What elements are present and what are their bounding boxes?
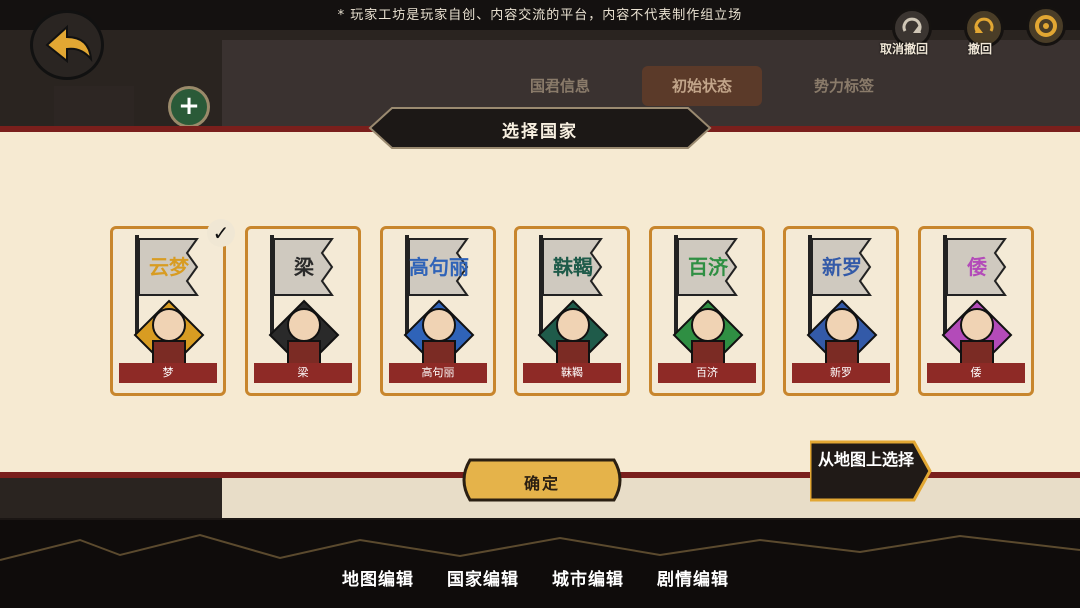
country-card[interactable]: 倭倭: [918, 226, 1034, 396]
country-name: 靺鞨: [523, 363, 621, 383]
portrait-art: [941, 235, 1013, 369]
country-name: 百济: [658, 363, 756, 383]
confirm-label: 确定: [523, 474, 560, 493]
portrait-art: [133, 235, 205, 369]
country-card[interactable]: 梁梁: [245, 226, 361, 396]
flag-text: 云梦: [149, 255, 189, 279]
portrait-art: [537, 235, 609, 369]
country-name: 倭: [927, 363, 1025, 383]
flag-text: 新罗: [822, 255, 862, 279]
country-card[interactable]: 高句丽 高句丽: [380, 226, 496, 396]
portrait-art: [672, 235, 744, 369]
select-from-map-button[interactable]: 从地图上选择: [808, 438, 932, 504]
dialog-title: 选择国家: [502, 122, 578, 142]
country-name: 高句丽: [389, 363, 487, 383]
flag-text: 高句丽: [409, 255, 469, 279]
country-card[interactable]: 百济 百济: [649, 226, 765, 396]
check-icon: ✓: [207, 219, 235, 247]
portrait-art: [268, 235, 340, 369]
country-name: 梁: [254, 363, 352, 383]
bottom-tab-map-edit[interactable]: 地图编辑: [342, 565, 414, 590]
portrait-art: [403, 235, 475, 369]
country-name: 新罗: [792, 363, 890, 383]
country-card[interactable]: 靺鞨 靺鞨: [514, 226, 630, 396]
confirm-button[interactable]: 确定: [456, 452, 628, 508]
country-card[interactable]: 新罗 新罗: [783, 226, 899, 396]
portrait-art: [806, 235, 878, 369]
flag-text: 倭: [967, 255, 987, 279]
bottom-tab-country-edit[interactable]: 国家编辑: [447, 565, 519, 590]
select-from-map-label: 从地图上选择: [817, 450, 914, 469]
bottom-tab-city-edit[interactable]: 城市编辑: [552, 565, 624, 590]
flag-text: 靺鞨: [553, 255, 593, 279]
flag-text: 百济: [688, 255, 728, 279]
bottom-tab-story-edit[interactable]: 剧情编辑: [657, 565, 729, 590]
flag-text: 梁: [294, 255, 314, 279]
country-card[interactable]: 云梦梦 ✓: [110, 219, 235, 396]
country-name: 梦: [119, 363, 217, 383]
